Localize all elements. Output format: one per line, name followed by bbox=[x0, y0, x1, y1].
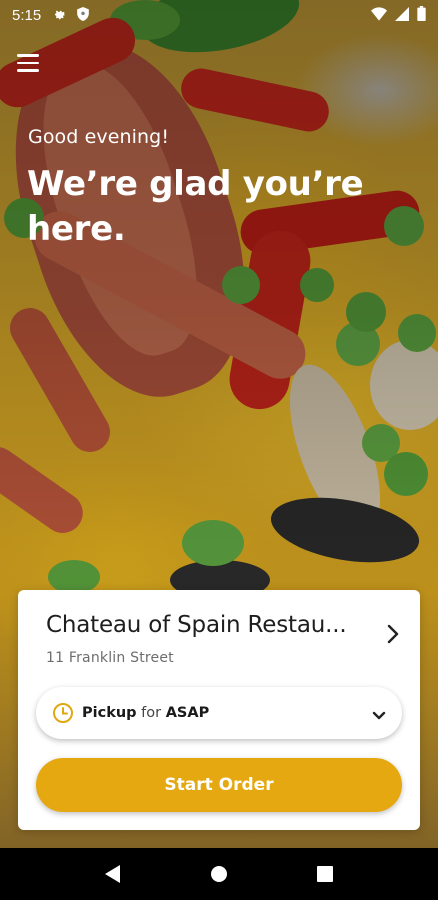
welcome-headline: We’re glad you’re here. bbox=[27, 164, 364, 249]
chevron-down-icon bbox=[372, 708, 386, 720]
shield-icon bbox=[77, 6, 90, 24]
hamburger-menu-icon[interactable] bbox=[16, 52, 40, 74]
chevron-right-icon bbox=[386, 624, 400, 644]
battery-icon bbox=[417, 6, 426, 24]
back-icon[interactable] bbox=[93, 854, 133, 894]
restaurant-selector[interactable]: Chateau of Spain Restau... 11 Franklin S… bbox=[46, 612, 400, 674]
greeting-text: Good evening! bbox=[28, 126, 170, 148]
pickup-summary: Pickup for ASAP bbox=[82, 705, 209, 721]
navigation-bar bbox=[0, 848, 438, 900]
signal-icon bbox=[395, 6, 409, 24]
restaurant-name: Chateau of Spain Restau... bbox=[46, 612, 347, 638]
pickup-mode: Pickup bbox=[82, 705, 137, 721]
pickup-time: ASAP bbox=[165, 705, 210, 721]
order-card: Chateau of Spain Restau... 11 Franklin S… bbox=[18, 590, 420, 830]
clock-icon bbox=[52, 702, 74, 724]
app-screen: 5:15 Good evening! We’re glad you’re her… bbox=[0, 0, 438, 900]
pickup-connector: for bbox=[141, 705, 162, 721]
wifi-icon bbox=[371, 6, 387, 24]
status-time: 5:15 bbox=[12, 6, 42, 24]
pickup-time-select[interactable]: Pickup for ASAP bbox=[36, 687, 402, 739]
status-bar: 5:15 bbox=[0, 0, 438, 30]
start-order-button[interactable]: Start Order bbox=[36, 758, 402, 812]
menu-line bbox=[17, 61, 39, 65]
home-icon[interactable] bbox=[199, 854, 239, 894]
recents-icon[interactable] bbox=[305, 854, 345, 894]
gear-icon bbox=[53, 7, 67, 24]
menu-line bbox=[17, 69, 39, 72]
menu-line bbox=[17, 54, 39, 57]
restaurant-address: 11 Franklin Street bbox=[46, 650, 174, 666]
